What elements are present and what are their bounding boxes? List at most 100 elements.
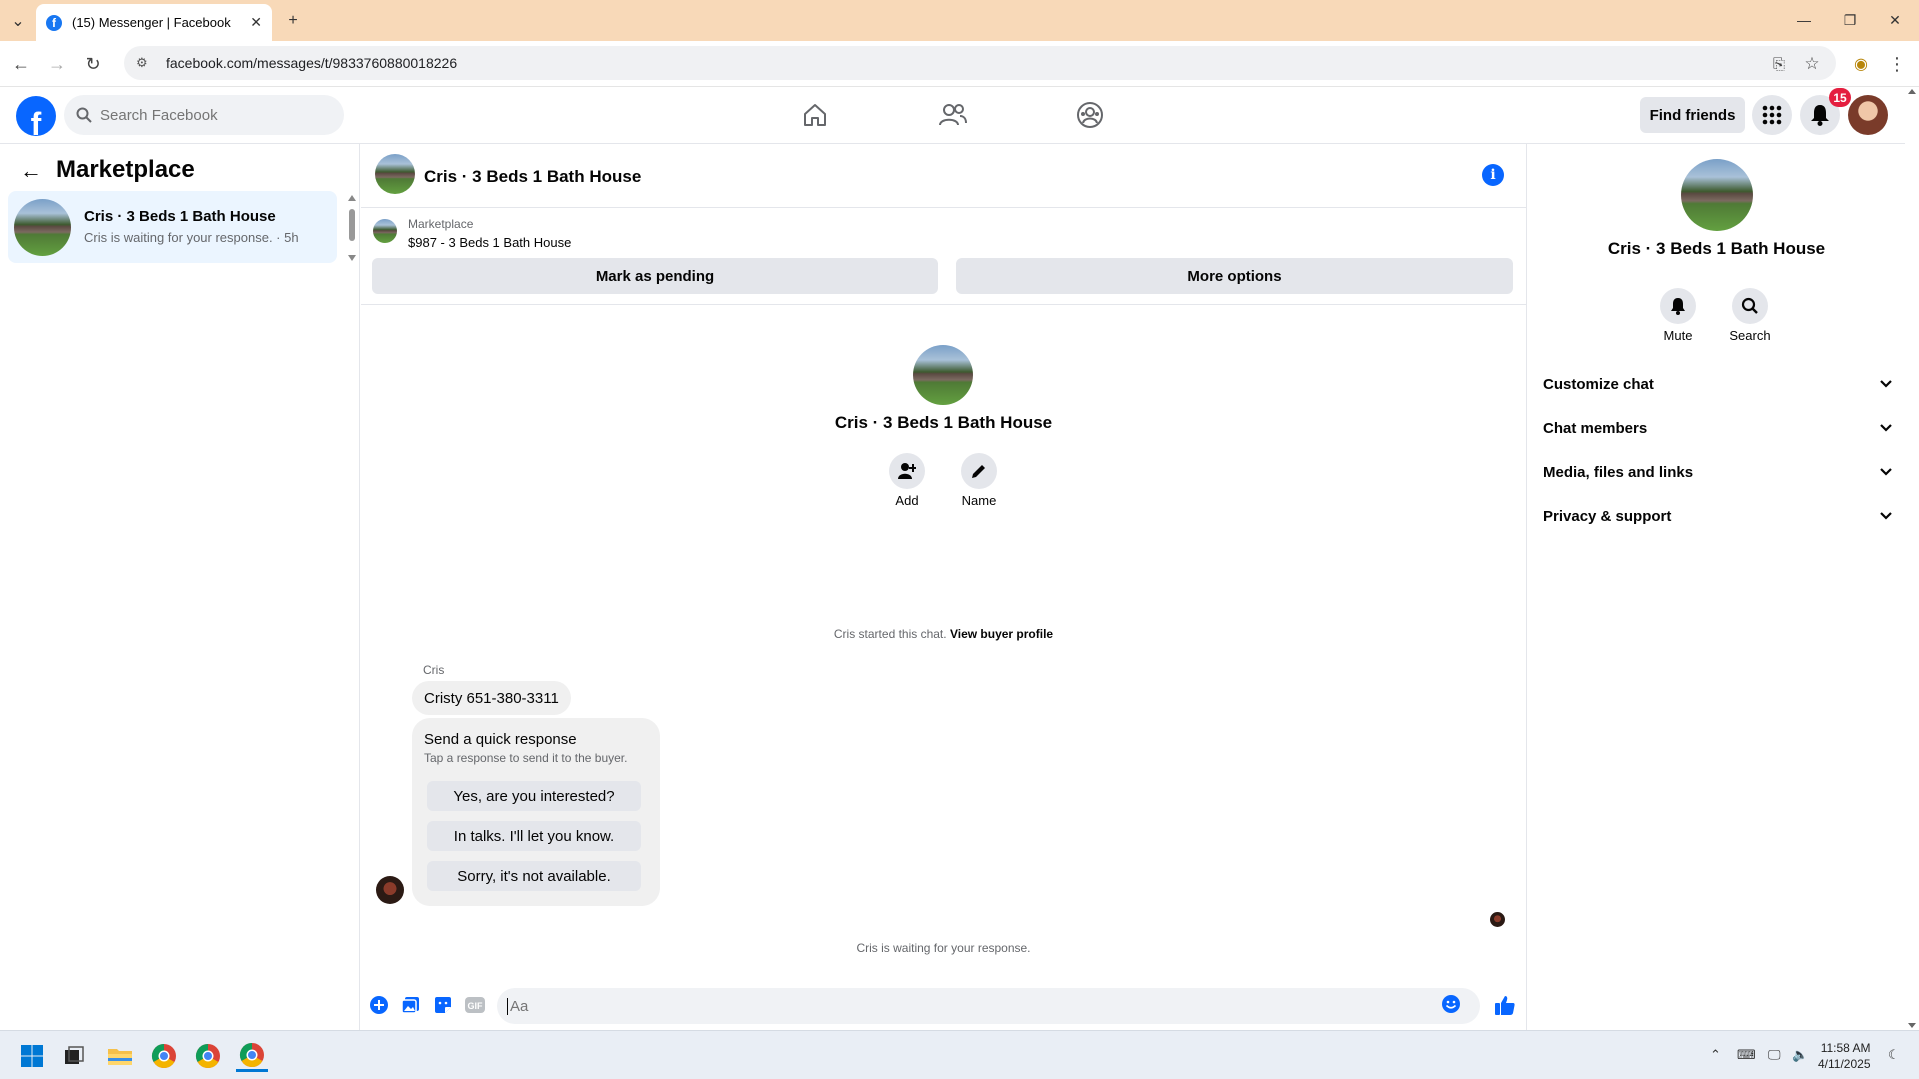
chrome-icon[interactable]: [148, 1040, 180, 1072]
mark-as-pending-button[interactable]: Mark as pending: [372, 258, 938, 294]
pencil-icon[interactable]: [961, 453, 997, 489]
back-icon[interactable]: ←: [9, 52, 33, 76]
privacy-support-section[interactable]: Privacy & support: [1543, 502, 1893, 530]
windows-start-icon[interactable]: [16, 1040, 48, 1072]
restore-icon[interactable]: ❐: [1835, 8, 1865, 32]
add-label: Add: [895, 493, 919, 508]
close-tab-icon[interactable]: ✕: [250, 14, 262, 31]
message-bubble[interactable]: Cristy 651-380-3311: [412, 681, 571, 715]
emoji-icon[interactable]: [1441, 994, 1461, 1019]
groups-icon[interactable]: [1074, 99, 1106, 131]
svg-text:GIF: GIF: [468, 1001, 484, 1011]
tray-chevron-up-icon[interactable]: ⌃: [1710, 1047, 1721, 1063]
section-label: Media, files and links: [1543, 463, 1694, 481]
section-label: Chat members: [1543, 419, 1648, 437]
sender-avatar[interactable]: [376, 876, 404, 904]
started-text: Cris started this chat.: [833, 627, 947, 641]
install-app-icon[interactable]: ⎘: [1767, 52, 1791, 76]
reload-icon[interactable]: ↻: [81, 52, 105, 76]
seen-indicator-avatar: [1490, 912, 1505, 927]
browser-menu-icon[interactable]: ⋮: [1885, 52, 1909, 76]
browser-tabstrip: ⌄ f (15) Messenger | Facebook ✕ + — ❐ ✕: [0, 0, 1919, 41]
clock-time: 11:58 AM: [1820, 1041, 1871, 1055]
chat-details-panel: Cris · 3 Beds 1 Bath House Mute Search C…: [1526, 144, 1905, 1030]
close-window-icon[interactable]: ✕: [1880, 8, 1910, 32]
page-scrollbar[interactable]: [1905, 87, 1919, 1030]
message-input[interactable]: [507, 997, 1437, 1015]
clock[interactable]: 11:58 AM 4/11/2025: [1818, 1040, 1871, 1072]
clock-date: 4/11/2025: [1818, 1057, 1871, 1071]
mute-bell-icon[interactable]: [1660, 288, 1696, 324]
message-input-box[interactable]: [497, 988, 1480, 1024]
mute-label: Mute: [1663, 328, 1693, 343]
minimize-icon[interactable]: —: [1789, 8, 1819, 32]
chat-panel: Cris · 3 Beds 1 Bath House i Marketplace…: [361, 144, 1526, 1030]
add-person-icon[interactable]: [889, 453, 925, 489]
chrome-profile-icon[interactable]: [192, 1040, 224, 1072]
network-icon[interactable]: 🖵: [1768, 1047, 1781, 1063]
home-icon[interactable]: [799, 99, 831, 131]
chrome-active-icon[interactable]: [236, 1040, 268, 1072]
photo-icon[interactable]: [400, 994, 422, 1016]
listing-banner: Marketplace $987 - 3 Beds 1 Bath House M…: [361, 208, 1526, 305]
new-tab-icon[interactable]: +: [281, 9, 305, 33]
search-icon: [76, 107, 92, 123]
file-explorer-icon[interactable]: [104, 1040, 136, 1072]
sticker-icon[interactable]: [432, 994, 454, 1016]
friends-icon[interactable]: [937, 99, 969, 131]
conversation-avatar: [14, 199, 71, 256]
bookmark-star-icon[interactable]: ☆: [1800, 52, 1824, 76]
chat-avatar[interactable]: [375, 154, 415, 194]
chat-started-notice: Cris started this chat. View buyer profi…: [361, 627, 1526, 641]
chat-center-name: Cris · 3 Beds 1 Bath House: [834, 413, 1053, 432]
volume-icon[interactable]: 🔈: [1792, 1047, 1808, 1063]
info-icon[interactable]: i: [1482, 164, 1504, 186]
quick-response-in-talks[interactable]: In talks. I'll let you know.: [427, 821, 641, 851]
search-input[interactable]: [100, 106, 320, 124]
media-files-links-section[interactable]: Media, files and links: [1543, 458, 1893, 486]
details-name: Cris · 3 Beds 1 Bath House: [1607, 239, 1826, 258]
task-view-icon[interactable]: [58, 1040, 90, 1072]
site-info-icon[interactable]: ⚙: [136, 55, 152, 71]
chevron-down-icon: [1880, 468, 1892, 476]
quick-response-yes[interactable]: Yes, are you interested?: [427, 781, 641, 811]
address-bar[interactable]: ⚙ facebook.com/messages/t/98337608800182…: [124, 46, 1836, 80]
keyboard-icon[interactable]: ⌨: [1737, 1047, 1756, 1063]
facebook-logo-icon[interactable]: f: [16, 96, 56, 136]
chat-title[interactable]: Cris · 3 Beds 1 Bath House: [424, 167, 641, 187]
chevron-down-icon: [1880, 380, 1892, 388]
waiting-notice: Cris is waiting for your response.: [856, 941, 1031, 955]
url-text: facebook.com/messages/t/9833760880018226: [166, 55, 458, 71]
conversation-item[interactable]: Cris · 3 Beds 1 Bath House Cris is waiti…: [8, 191, 337, 263]
facebook-favicon-icon: f: [46, 14, 62, 31]
account-avatar[interactable]: [1848, 95, 1888, 135]
tab-list-icon[interactable]: ⌄: [6, 9, 30, 33]
search-conversation-icon[interactable]: [1732, 288, 1768, 324]
browser-tab[interactable]: f (15) Messenger | Facebook ✕: [36, 4, 272, 41]
chevron-down-icon: [1880, 512, 1892, 520]
chevron-down-icon: [1880, 424, 1892, 432]
quick-response-not-available[interactable]: Sorry, it's not available.: [427, 861, 641, 891]
listing-label: Marketplace: [408, 217, 474, 231]
back-arrow-icon[interactable]: ←: [20, 158, 42, 184]
chat-members-section[interactable]: Chat members: [1543, 414, 1893, 442]
notification-center-icon[interactable]: ☾: [1888, 1047, 1900, 1063]
listing-thumbnail: [373, 219, 397, 243]
windows-taskbar: ⌃ ⌨ 🖵 🔈 11:58 AM 4/11/2025 ☾: [0, 1030, 1919, 1079]
plus-icon[interactable]: [368, 994, 390, 1016]
chat-center-avatar: [913, 345, 973, 405]
view-buyer-profile-link[interactable]: View buyer profile: [950, 627, 1053, 641]
more-options-button[interactable]: More options: [956, 258, 1513, 294]
menu-grid-icon[interactable]: [1752, 95, 1792, 135]
customize-chat-section[interactable]: Customize chat: [1543, 370, 1893, 398]
marketplace-title: Marketplace: [56, 156, 195, 183]
gif-icon[interactable]: GIF: [464, 994, 486, 1016]
sidebar-scrollbar[interactable]: [347, 194, 357, 264]
facebook-search[interactable]: [64, 95, 344, 135]
listing-price[interactable]: $987 - 3 Beds 1 Bath House: [408, 235, 571, 250]
profile-icon[interactable]: ◉: [1849, 52, 1873, 76]
find-friends-button[interactable]: Find friends: [1640, 97, 1745, 133]
forward-icon[interactable]: →: [45, 52, 69, 76]
message-composer: GIF: [361, 982, 1526, 1030]
like-thumb-icon[interactable]: [1492, 994, 1518, 1016]
